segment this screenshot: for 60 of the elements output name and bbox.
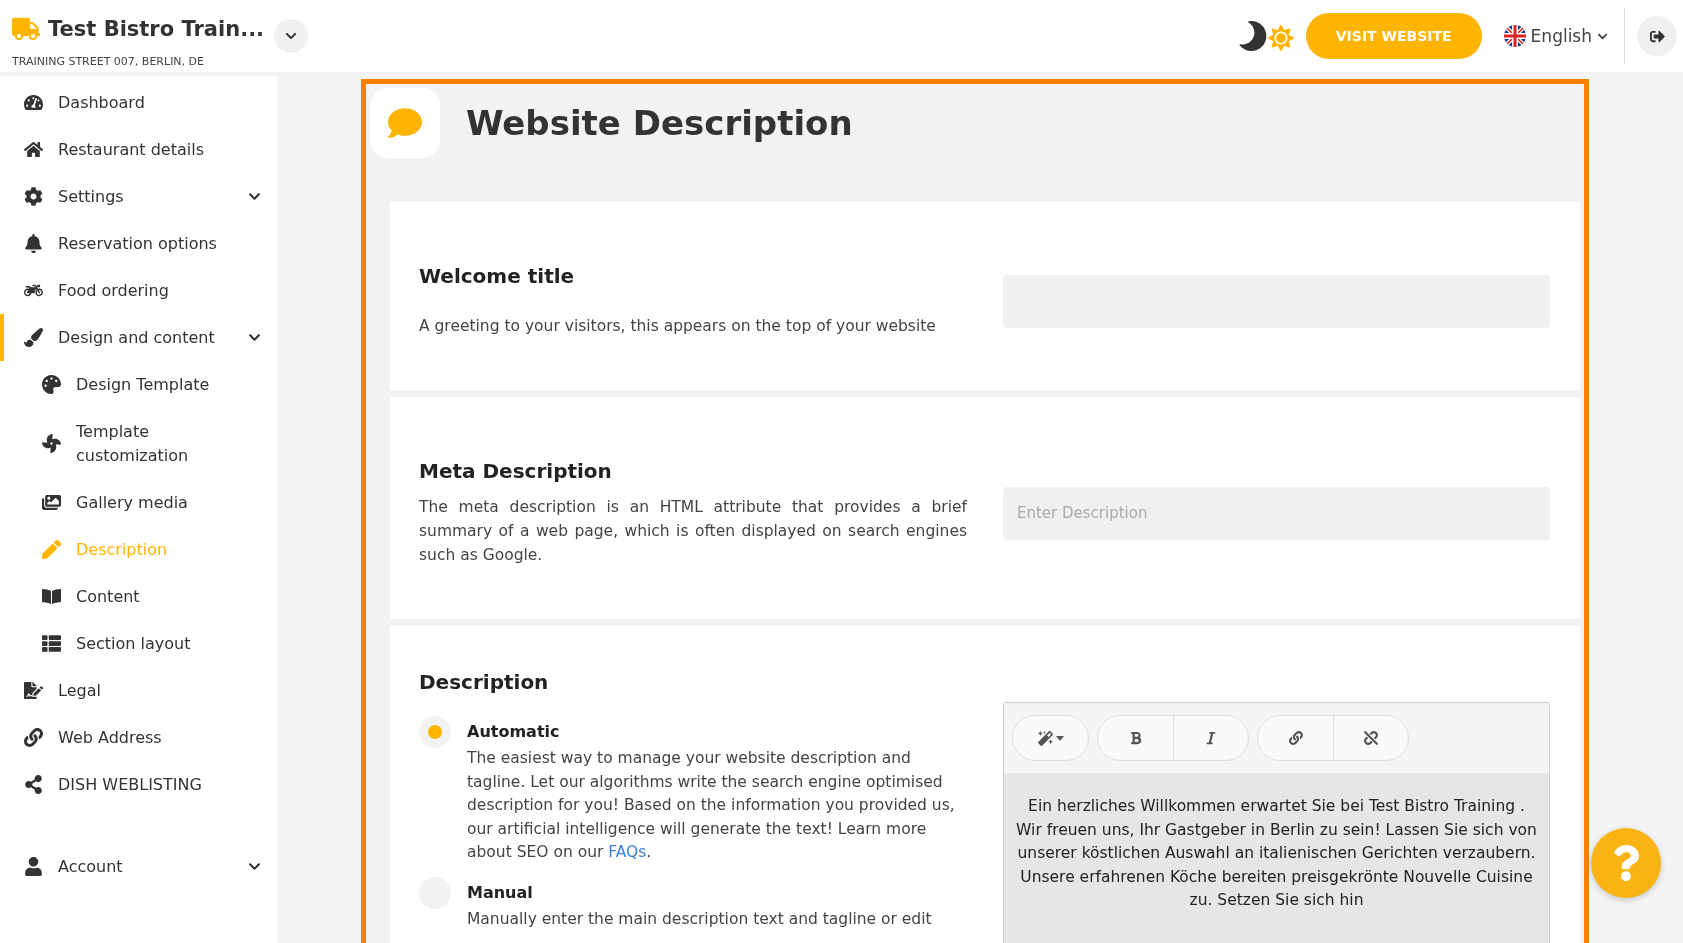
section-title: Meta Description [419, 459, 613, 483]
fan-icon [40, 434, 62, 453]
bell-icon [22, 234, 44, 253]
option-description: Manually enter the main description text and tagline or edit [467, 908, 932, 930]
restaurant-name: Test Bistro Train... [48, 16, 265, 41]
palette-icon [40, 375, 62, 394]
images-icon [40, 493, 62, 512]
sidebar-item[interactable]: DISH WEBLISTING [0, 761, 277, 808]
option-description: The easiest way to manage your website description and tagline. Let our algorithms write the search engine optimised description for you! Based on the information you provided us, our artificial intelligence will generate the text! Learn more about SEO on our FAQs. [467, 748, 956, 864]
link-icon [1288, 731, 1303, 745]
magic-wand-icon [1037, 730, 1053, 746]
page-title: Website Description [466, 103, 853, 143]
sidebar-item[interactable]: Section layout [0, 620, 277, 667]
text-input-field[interactable]: Enter Description [1003, 486, 1550, 540]
sidebar-item[interactable]: Reservation options [0, 220, 277, 267]
sidebar-item[interactable]: Content [0, 573, 277, 620]
sidebar-item[interactable]: Gallery media [0, 479, 277, 526]
list-icon [40, 634, 62, 653]
share-icon [22, 775, 44, 794]
moon-icon[interactable] [1237, 21, 1268, 51]
sidebar-item[interactable]: Restaurant details [0, 126, 277, 173]
brush-icon [22, 328, 44, 347]
section-description: The meta description is an HTML attribute that provides a brief summary of a web page, which is often displayed on search engines such as Google. [419, 497, 967, 566]
bold-icon [1128, 731, 1143, 745]
caret-down-icon [1055, 735, 1064, 741]
sidebar-item[interactable]: Web Address [0, 714, 277, 761]
book-icon [40, 587, 62, 606]
link-icon [22, 728, 44, 747]
pen-icon [40, 540, 62, 559]
logout-button[interactable] [1637, 16, 1677, 56]
sidebar-item[interactable]: Account [0, 843, 277, 890]
section-title: Welcome title [419, 264, 576, 288]
sidebar-item[interactable]: Settings [0, 173, 277, 220]
user-icon [22, 857, 44, 876]
restaurant-address: TRAINING STREET 007, BERLIN, DE [12, 54, 205, 68]
flag-icon [1503, 25, 1526, 47]
signature-icon [22, 681, 44, 700]
sidebar-item[interactable]: Food ordering [0, 267, 277, 314]
sidebar-item[interactable]: Design and content [0, 314, 277, 361]
sidebar-item[interactable]: Legal [0, 667, 277, 714]
text-editor[interactable] [1003, 702, 1550, 943]
logout-icon [1649, 28, 1665, 44]
settings-icon [22, 187, 44, 206]
section-description: A greeting to your visitors, this appears on the top of your website [419, 316, 937, 337]
language-selector[interactable]: English [1503, 25, 1608, 47]
radio-button[interactable] [419, 716, 451, 748]
home-icon [22, 140, 44, 159]
sidebar-item[interactable]: Template customization [0, 408, 277, 479]
sidebar-item[interactable]: Dashboard [0, 79, 277, 126]
description-text: Ein herzliches Willkommen erwartet Sie bei Test Bistro Training . Wir freuen uns, Ihr Gastgeber in Berlin zu sein! Lassen Sie sich von unserer köstlichen Auswahl an italienischen Gerichten verzaubern. Unsere erfahrenen Köche bereiten preisgekrönte Nouvelle Cuisine zu. Setzen Sie sich hin [1015, 796, 1538, 912]
restaurant-dropdown-button[interactable] [274, 18, 309, 53]
option-label: Manual [467, 882, 534, 902]
sidebar-item[interactable]: Design Template [0, 361, 277, 408]
unlink-icon [1364, 731, 1378, 745]
italic-icon [1204, 731, 1218, 745]
dashboard-icon [22, 93, 44, 112]
faqs-link[interactable]: FAQs [608, 843, 647, 862]
speech-bubble-icon [370, 88, 440, 158]
option-label: Automatic [467, 722, 561, 741]
section-title: Description [419, 670, 550, 694]
